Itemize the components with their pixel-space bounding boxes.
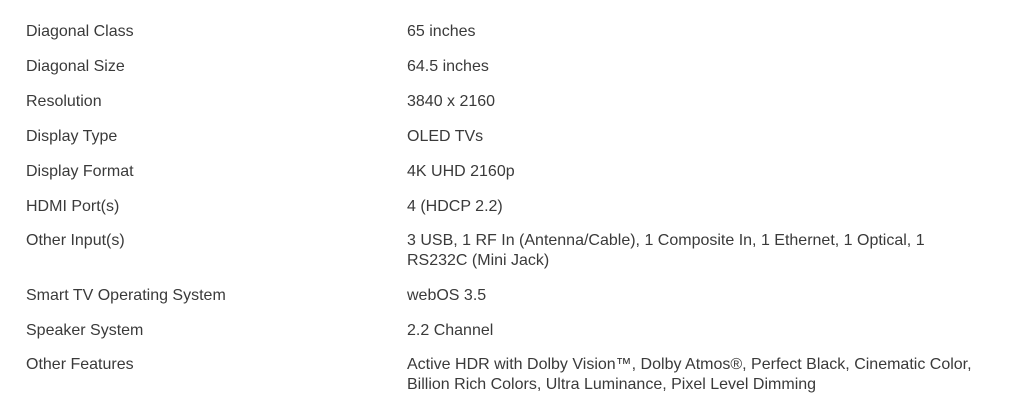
spec-label: Smart TV Operating System <box>26 287 226 304</box>
spec-label: Speaker System <box>26 322 144 339</box>
spec-table: Diagonal Class 65 inches Diagonal Size 6… <box>0 0 1018 407</box>
spec-label: Diagonal Class <box>26 23 134 40</box>
spec-label: Other Input(s) <box>26 232 125 249</box>
spec-value: 64.5 inches <box>407 58 489 75</box>
spec-label: Other Features <box>26 356 134 373</box>
spec-value: 4K UHD 2160p <box>407 163 515 180</box>
spec-value: 3 USB, 1 RF In (Antenna/Cable), 1 Compos… <box>407 232 925 269</box>
spec-value: 4 (HDCP 2.2) <box>407 198 503 215</box>
spec-label: HDMI Port(s) <box>26 198 120 215</box>
spec-label: Diagonal Size <box>26 58 125 75</box>
spec-value: OLED TVs <box>407 128 484 145</box>
spec-label: Resolution <box>26 93 102 110</box>
spec-value: 3840 x 2160 <box>407 93 496 110</box>
spec-value: Active HDR with Dolby Vision™, Dolby Atm… <box>407 356 972 393</box>
spec-value: webOS 3.5 <box>407 287 487 304</box>
spec-label: Display Type <box>26 128 118 145</box>
spec-label: Display Format <box>26 163 134 180</box>
spec-value: 2.2 Channel <box>407 322 494 339</box>
spec-value: 65 inches <box>407 23 476 40</box>
